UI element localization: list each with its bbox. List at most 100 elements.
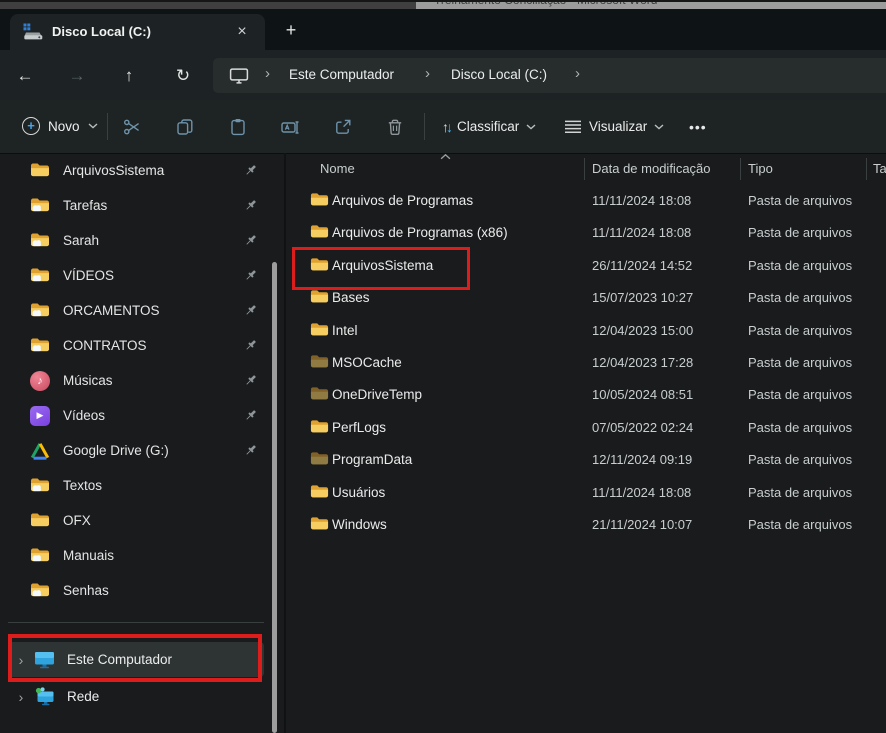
file-row-arquivos-de-programas-x86[interactable]: Arquivos de Programas (x86) 11/11/2024 1…: [286, 217, 886, 249]
pin-icon: [243, 233, 258, 248]
column-header-data[interactable]: Data de modificação: [592, 161, 711, 176]
sidebar-item-rede[interactable]: › Rede: [8, 679, 264, 714]
file-row-windows[interactable]: Windows 21/11/2024 10:07 Pasta de arquiv…: [286, 509, 886, 541]
sidebar-item-manuais[interactable]: Manuais: [0, 538, 284, 573]
cloud-folder-icon: [30, 337, 50, 354]
more-options-button[interactable]: •••: [685, 112, 711, 141]
paste-icon: [228, 117, 248, 137]
view-lines-icon: [564, 120, 582, 134]
folder-icon: [310, 516, 329, 532]
cloud-folder-icon: [30, 547, 50, 564]
folder-icon: [310, 322, 329, 338]
view-button[interactable]: Visualizar: [560, 112, 668, 141]
sidebar-item-contratos[interactable]: CONTRATOS: [0, 328, 284, 363]
sidebar-item-textos[interactable]: Textos: [0, 468, 284, 503]
back-icon[interactable]: ←: [12, 63, 38, 89]
sidebar-item-videos[interactable]: ▶ Vídeos: [0, 398, 284, 433]
cloud-folder-icon: [30, 267, 50, 284]
hidden-folder-icon: [310, 354, 329, 370]
hidden-folder-icon: [310, 451, 329, 467]
video-icon: ▶: [30, 406, 50, 426]
share-icon: [333, 117, 353, 137]
file-row-intel[interactable]: Intel 12/04/2023 15:00 Pasta de arquivos: [286, 315, 886, 347]
pin-icon: [243, 303, 258, 318]
folder-icon: [310, 224, 329, 240]
breadcrumb-este-computador[interactable]: Este Computador: [289, 67, 394, 82]
chevron-down-icon: [654, 124, 664, 130]
rename-icon: [280, 117, 300, 137]
background-window-edge: [0, 2, 416, 9]
sidebar-item-arquivossistema[interactable]: ArquivosSistema: [0, 153, 284, 188]
folder-icon: [310, 192, 329, 208]
column-header-nome[interactable]: Nome: [320, 161, 355, 176]
view-button-label: Visualizar: [589, 119, 647, 134]
column-divider[interactable]: [866, 158, 867, 180]
sidebar-item-ofx[interactable]: OFX: [0, 503, 284, 538]
sidebar-item-musicas[interactable]: ♪ Músicas: [0, 363, 284, 398]
tab-disco-local[interactable]: Disco Local (C:) ×: [10, 14, 265, 50]
tab-close-icon[interactable]: ×: [231, 21, 253, 43]
command-toolbar: + Novo ↑↓ Classificar V: [0, 100, 886, 154]
sidebar-item-videos-caps[interactable]: VÍDEOS: [0, 258, 284, 293]
pin-icon: [243, 408, 258, 423]
chevron-right-icon: ›: [265, 65, 270, 82]
sort-arrows-icon: ↑↓: [442, 119, 450, 135]
chevron-down-icon: [88, 123, 98, 129]
cloud-folder-icon: [30, 197, 50, 214]
chevron-right-icon: ›: [425, 65, 430, 82]
rename-button[interactable]: [278, 115, 302, 139]
file-row-programdata[interactable]: ProgramData 12/11/2024 09:19 Pasta de ar…: [286, 444, 886, 476]
forward-icon[interactable]: →: [64, 63, 90, 89]
annotation-box-arquivossistema: [292, 247, 470, 290]
column-header-tipo[interactable]: Tipo: [748, 161, 773, 176]
sort-button[interactable]: ↑↓ Classificar: [438, 112, 540, 141]
file-explorer-window: Treinamento Conciliação - Microsoft Word…: [0, 0, 886, 733]
sidebar-item-sarah[interactable]: Sarah: [0, 223, 284, 258]
file-list-pane: Nome Data de modificação Tipo Ta Arquivo…: [286, 153, 886, 733]
sidebar-item-orcamentos[interactable]: ORCAMENTOS: [0, 293, 284, 328]
new-button[interactable]: + Novo: [14, 111, 106, 141]
network-icon: [34, 687, 55, 706]
copy-icon: [175, 117, 195, 137]
chevron-expand-icon[interactable]: ›: [8, 689, 34, 705]
breadcrumb[interactable]: › Este Computador › Disco Local (C:) ›: [213, 58, 886, 93]
column-divider[interactable]: [740, 158, 741, 180]
refresh-icon[interactable]: ↻: [170, 63, 196, 89]
file-row-msocache[interactable]: MSOCache 12/04/2023 17:28 Pasta de arqui…: [286, 347, 886, 379]
toolbar-divider: [424, 113, 425, 140]
chevron-right-icon: ›: [575, 65, 580, 82]
sidebar-item-senhas[interactable]: Senhas: [0, 573, 284, 608]
share-button[interactable]: [331, 115, 355, 139]
sort-ascending-icon: [440, 153, 451, 160]
paste-button[interactable]: [226, 115, 250, 139]
file-row-perflogs[interactable]: PerfLogs 07/05/2022 02:24 Pasta de arqui…: [286, 412, 886, 444]
cloud-folder-icon: [30, 582, 50, 599]
column-divider[interactable]: [584, 158, 585, 180]
up-icon[interactable]: ↑: [116, 63, 142, 89]
tab-bar: Disco Local (C:) × +: [0, 9, 886, 50]
cut-button[interactable]: [120, 115, 144, 139]
pin-icon: [243, 443, 258, 458]
sidebar-scrollbar[interactable]: [272, 262, 277, 733]
drive-icon: [23, 23, 43, 41]
pin-icon: [243, 338, 258, 353]
pin-icon: [243, 268, 258, 283]
folder-icon: [310, 419, 329, 435]
file-row-onedrivetemp[interactable]: OneDriveTemp 10/05/2024 08:51 Pasta de a…: [286, 379, 886, 411]
column-headers: Nome Data de modificação Tipo Ta: [286, 153, 886, 185]
file-row-arquivos-de-programas[interactable]: Arquivos de Programas 11/11/2024 18:08 P…: [286, 185, 886, 217]
address-bar: ← → ↑ ↻ › Este Computador › Disco Local …: [0, 50, 886, 100]
breadcrumb-disco-local[interactable]: Disco Local (C:): [451, 67, 547, 82]
trash-icon: [385, 117, 405, 137]
column-header-tamanho[interactable]: Ta: [873, 161, 886, 176]
new-tab-button[interactable]: +: [278, 18, 304, 44]
sidebar-item-tarefas[interactable]: Tarefas: [0, 188, 284, 223]
delete-button[interactable]: [383, 115, 407, 139]
file-row-usuarios[interactable]: Usuários 11/11/2024 18:08 Pasta de arqui…: [286, 477, 886, 509]
tab-title: Disco Local (C:): [52, 24, 151, 39]
sidebar-item-google-drive[interactable]: Google Drive (G:): [0, 433, 284, 468]
background-window-strip: Treinamento Conciliação - Microsoft Word: [0, 0, 886, 9]
toolbar-divider: [107, 113, 108, 140]
screen-top-edge: [0, 0, 886, 2]
copy-button[interactable]: [173, 115, 197, 139]
